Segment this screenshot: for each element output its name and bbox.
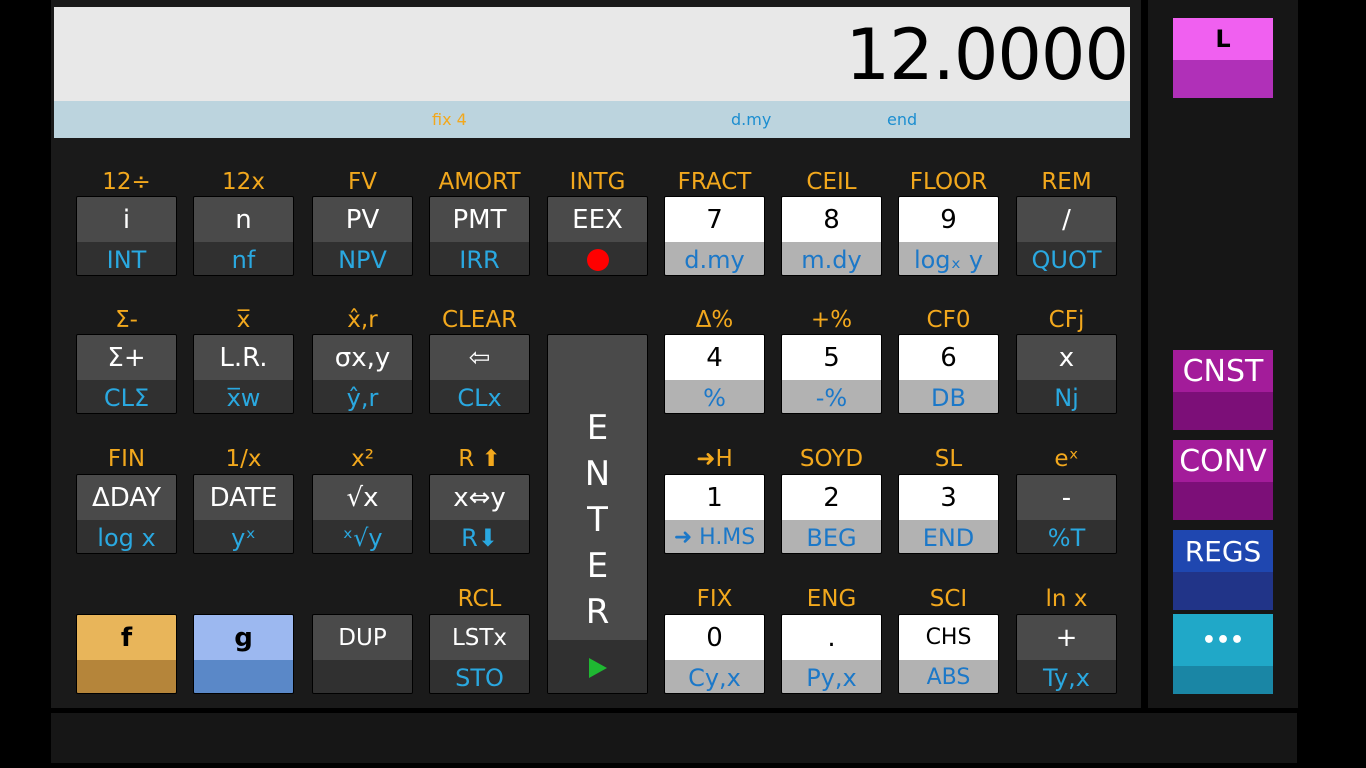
l-button[interactable]: L bbox=[1173, 18, 1273, 98]
key-pv[interactable]: PV NPV bbox=[312, 196, 413, 276]
bottom-bar bbox=[51, 713, 1297, 763]
f-label-sigma-minus: Σ- bbox=[115, 307, 138, 333]
f-label-plus-percent: +% bbox=[810, 307, 853, 333]
f-label-ln-x: ln x bbox=[1045, 586, 1088, 612]
play-icon bbox=[588, 657, 607, 678]
f-label-cf0: CF0 bbox=[926, 307, 971, 333]
key-divide[interactable]: / QUOT bbox=[1016, 196, 1117, 276]
status-bar: fix 4 d.my end bbox=[54, 101, 1130, 138]
key-pmt[interactable]: PMT IRR bbox=[429, 196, 530, 276]
key-chs[interactable]: CHS ABS bbox=[898, 614, 999, 694]
more-button[interactable]: ••• bbox=[1173, 614, 1273, 694]
regs-button[interactable]: REGS bbox=[1173, 530, 1273, 610]
f-label-x-hat-r: x̂,r bbox=[347, 307, 378, 333]
key-eex[interactable]: EEX bbox=[547, 196, 648, 276]
key-6[interactable]: 6 DB bbox=[898, 334, 999, 414]
status-fix: fix 4 bbox=[432, 110, 467, 129]
key-i[interactable]: i INT bbox=[76, 196, 177, 276]
key-0[interactable]: 0 Cy,x bbox=[664, 614, 765, 694]
key-5[interactable]: 5 -% bbox=[781, 334, 882, 414]
f-label-cfj: CFj bbox=[1048, 307, 1085, 333]
arrow-down-icon: ⬇ bbox=[477, 523, 498, 552]
key-8[interactable]: 8 m.dy bbox=[781, 196, 882, 276]
f-label-sl: SL bbox=[934, 446, 963, 472]
key-g[interactable]: g bbox=[193, 614, 294, 694]
key-4[interactable]: 4 % bbox=[664, 334, 765, 414]
key-date[interactable]: DATE yˣ bbox=[193, 474, 294, 554]
key-lastx[interactable]: LSTx STO bbox=[429, 614, 530, 694]
key-lr[interactable]: L.R. x̅w bbox=[193, 334, 294, 414]
key-9[interactable]: 9 logₓ y bbox=[898, 196, 999, 276]
f-label-sci: SCI bbox=[929, 586, 968, 612]
key-2[interactable]: 2 BEG bbox=[781, 474, 882, 554]
f-label-x-bar: x̅ bbox=[236, 307, 251, 333]
more-icon: ••• bbox=[1201, 627, 1245, 653]
key-minus[interactable]: - %T bbox=[1016, 474, 1117, 554]
key-backspace[interactable]: ⇦ CLx bbox=[429, 334, 530, 414]
conv-button[interactable]: CONV bbox=[1173, 440, 1273, 520]
f-label-rcl: RCL bbox=[457, 586, 502, 612]
f-label-intg: INTG bbox=[569, 169, 626, 195]
key-decimal[interactable]: . Py,x bbox=[781, 614, 882, 694]
f-label-reciprocal: 1/x bbox=[225, 446, 262, 472]
f-label-delta-percent: Δ% bbox=[695, 307, 734, 333]
f-label-12-div: 12÷ bbox=[102, 169, 151, 195]
f-label-to-hours: ➜H bbox=[696, 446, 733, 472]
calculator-display: 12.0000 fix 4 d.my end bbox=[54, 7, 1130, 138]
key-dup[interactable]: DUP bbox=[312, 614, 413, 694]
arrow-up-icon: ⬆ bbox=[474, 446, 501, 472]
key-f[interactable]: f bbox=[76, 614, 177, 694]
key-7[interactable]: 7 d.my bbox=[664, 196, 765, 276]
display-value: 12.0000 bbox=[845, 14, 1129, 96]
key-swap-xy[interactable]: x⇔y R ⬇ bbox=[429, 474, 530, 554]
f-label-ceil: CEIL bbox=[806, 169, 857, 195]
f-label-roll-up: R ⬆ bbox=[458, 446, 501, 472]
f-label-amort: AMORT bbox=[438, 169, 521, 195]
f-label-rem: REM bbox=[1041, 169, 1092, 195]
f-label-fv: FV bbox=[348, 169, 377, 195]
key-plus[interactable]: + Ty,x bbox=[1016, 614, 1117, 694]
key-3[interactable]: 3 END bbox=[898, 474, 999, 554]
status-date-format: d.my bbox=[731, 110, 772, 129]
key-delta-day[interactable]: ΔDAY log x bbox=[76, 474, 177, 554]
status-payment-mode: end bbox=[887, 110, 918, 129]
red-dot-icon bbox=[586, 248, 609, 271]
cnst-button[interactable]: CNST bbox=[1173, 350, 1273, 430]
key-sigma-plus[interactable]: Σ+ CLΣ bbox=[76, 334, 177, 414]
f-label-floor: FLOOR bbox=[909, 169, 988, 195]
key-n[interactable]: n nf bbox=[193, 196, 294, 276]
f-label-e-x: eˣ bbox=[1054, 446, 1079, 472]
key-1[interactable]: 1 ➜ H.MS bbox=[664, 474, 765, 554]
key-enter[interactable]: ENTER bbox=[547, 334, 648, 694]
f-label-fract: FRACT bbox=[677, 169, 752, 195]
f-label-fin: FIN bbox=[107, 446, 146, 472]
f-label-eng: ENG bbox=[806, 586, 857, 612]
f-label-clear: CLEAR bbox=[441, 307, 518, 333]
key-sqrt[interactable]: √x ˣ√y bbox=[312, 474, 413, 554]
key-multiply[interactable]: x Nj bbox=[1016, 334, 1117, 414]
f-label-soyd: SOYD bbox=[799, 446, 864, 472]
f-label-12x: 12x bbox=[222, 169, 265, 195]
key-sigma-xy[interactable]: σx,y ŷ,r bbox=[312, 334, 413, 414]
f-label-fix: FIX bbox=[696, 586, 733, 612]
enter-label: ENTER bbox=[584, 408, 611, 632]
f-label-x-squared: x² bbox=[351, 446, 374, 472]
